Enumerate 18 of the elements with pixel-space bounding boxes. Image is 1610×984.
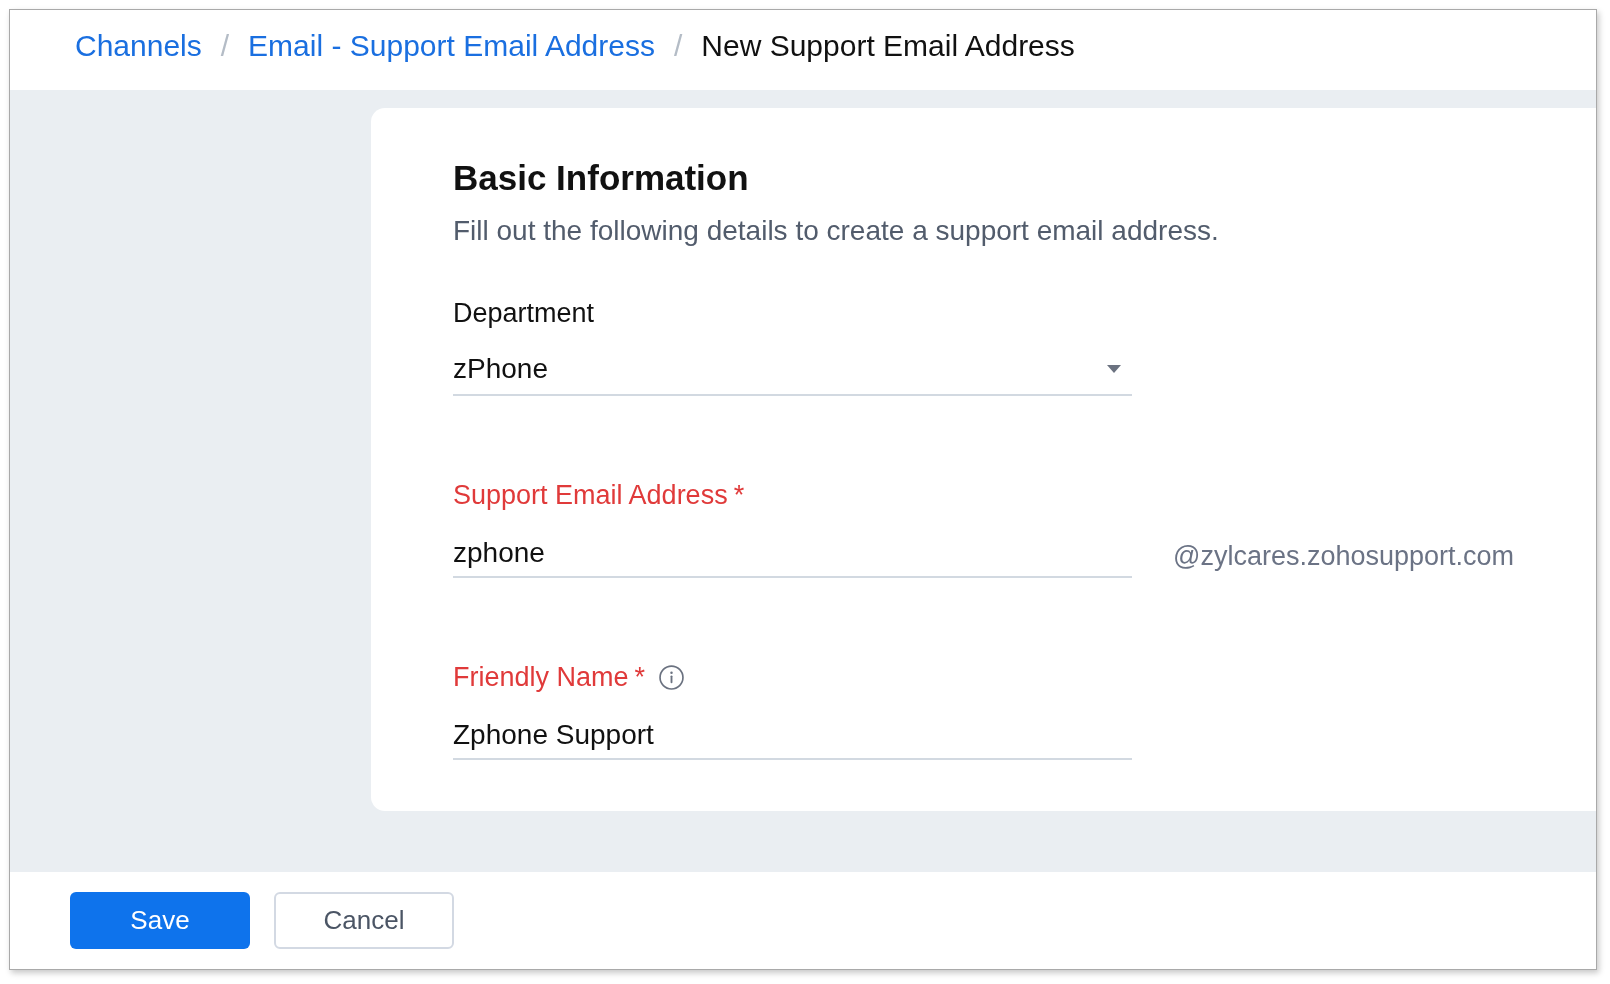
section-description: Fill out the following details to create a support email address. xyxy=(453,214,1219,248)
text-field[interactable]: zphone xyxy=(453,534,1132,578)
info-icon[interactable] xyxy=(659,664,685,690)
cancel-button[interactable]: Cancel xyxy=(274,892,454,949)
field-label: Department xyxy=(453,297,595,330)
breadcrumb-separator: / xyxy=(673,28,683,64)
email-domain-suffix: @zylcares.zohosupport.com xyxy=(1173,540,1515,573)
current-page-title: New Support Email Address xyxy=(701,28,1075,64)
save-button[interactable]: Save xyxy=(70,892,250,949)
breadcrumb-link[interactable]: Channels xyxy=(75,28,202,64)
caret-icon xyxy=(1107,365,1121,373)
section-title: Basic Information xyxy=(453,157,749,199)
text-field[interactable]: Zphone Support xyxy=(453,716,1132,760)
breadcrumb-link[interactable]: Email - Support Email Address xyxy=(248,28,655,64)
field-label: Friendly Name * xyxy=(453,661,646,694)
breadcrumb-separator: / xyxy=(220,28,230,64)
select-field[interactable]: zPhone xyxy=(453,352,1132,396)
field-label: Support Email Address * xyxy=(453,479,745,512)
